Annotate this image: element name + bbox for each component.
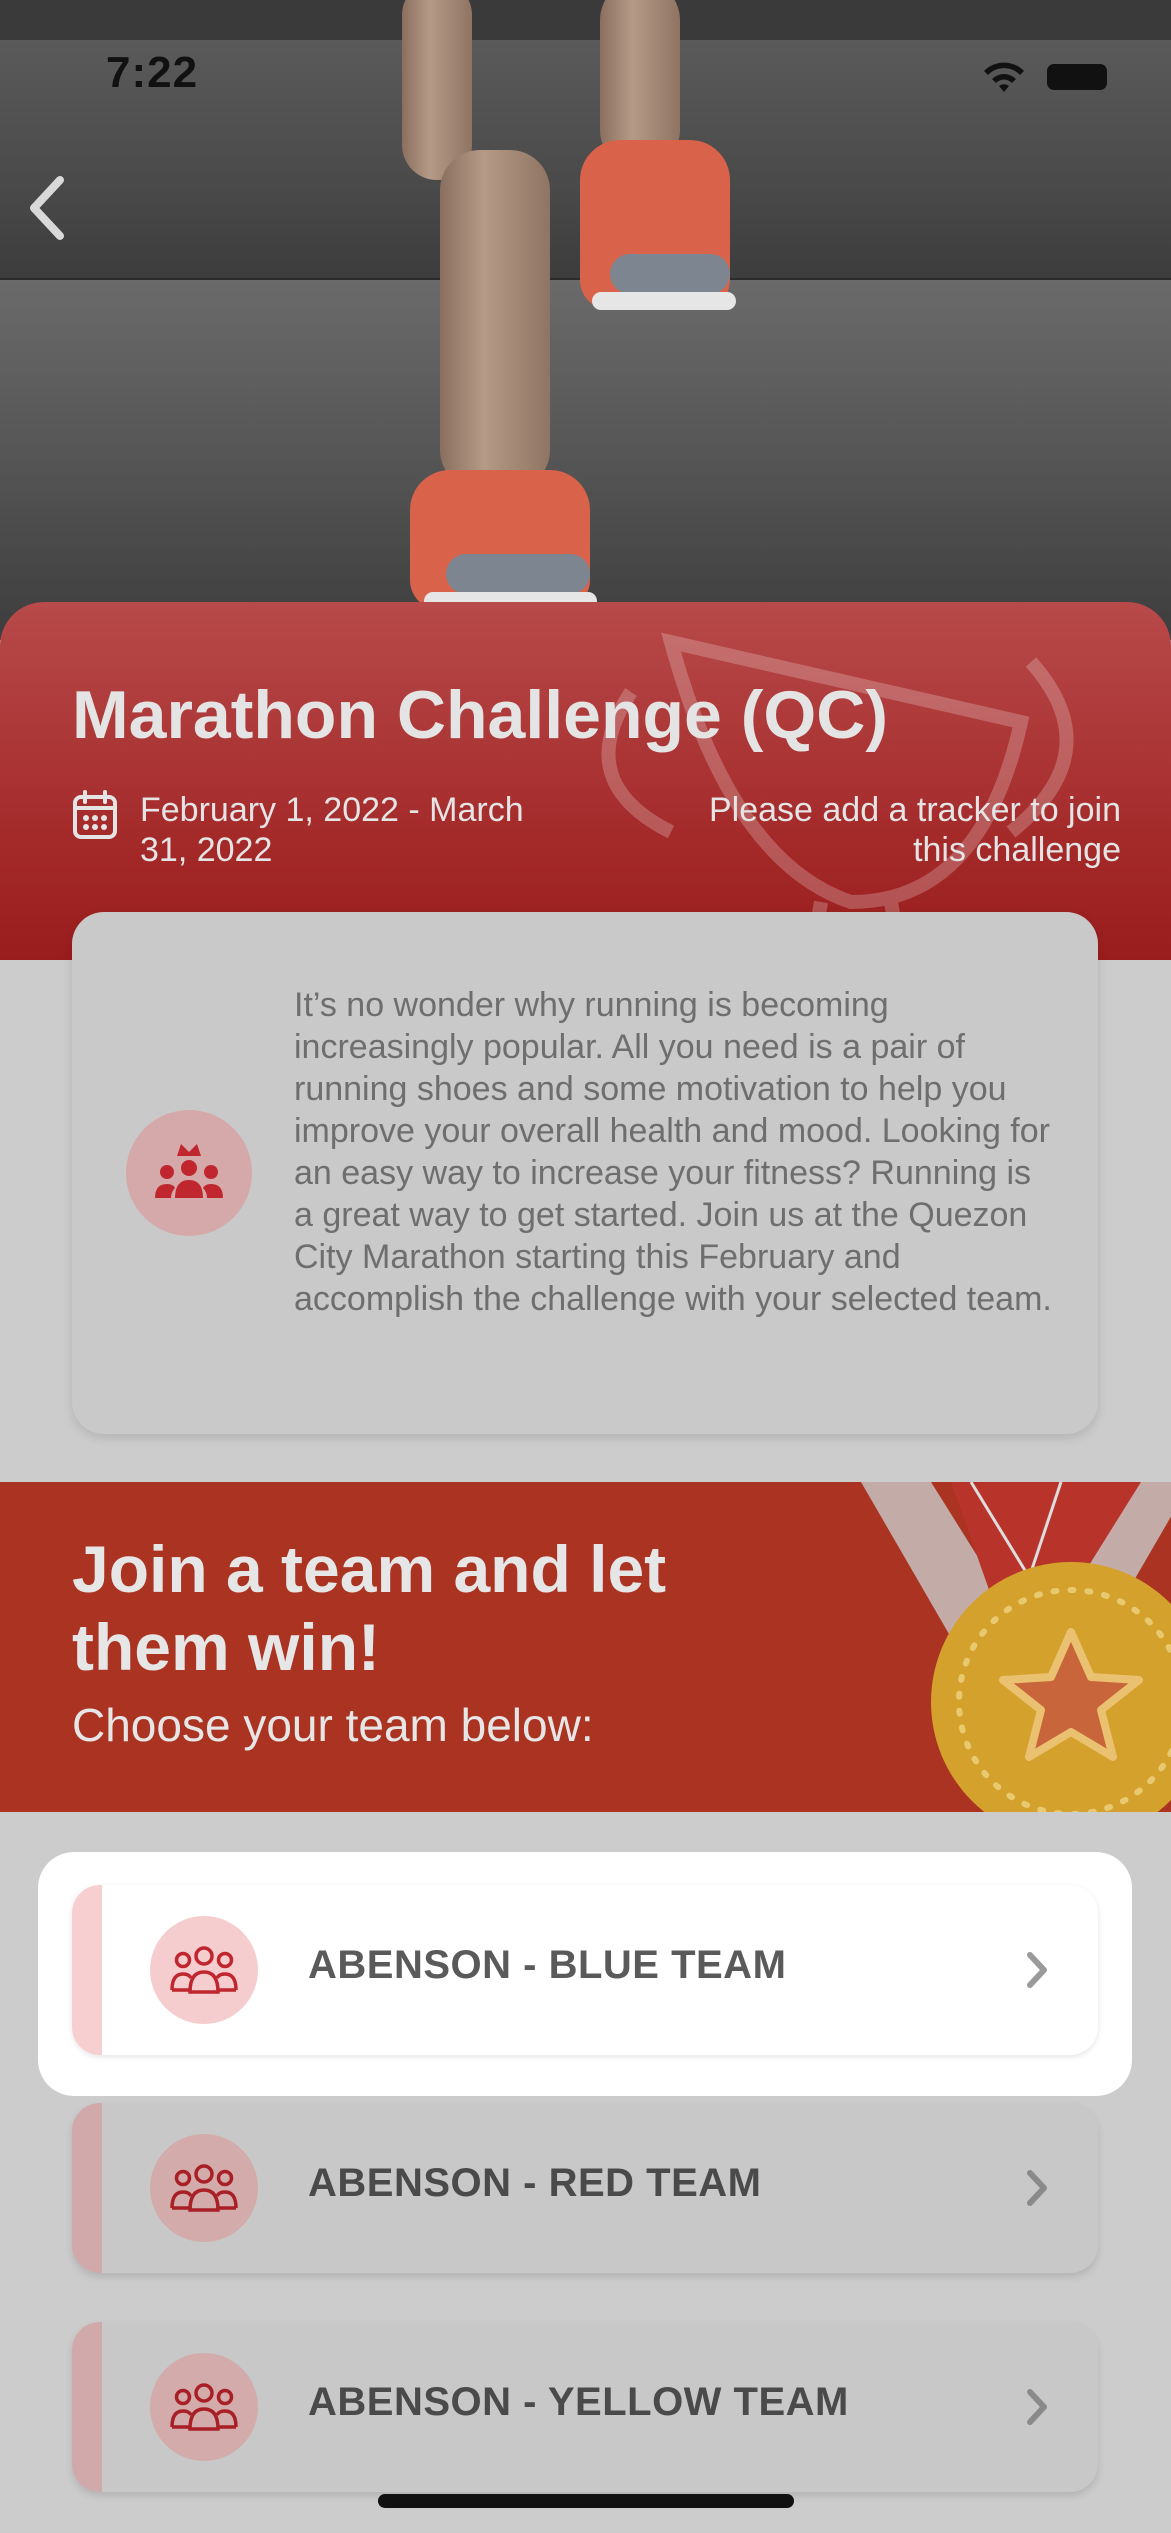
team-item-yellow[interactable]: ABENSON - YELLOW TEAM	[72, 2322, 1098, 2492]
team-group-icon	[150, 2134, 258, 2242]
home-indicator[interactable]	[378, 2494, 794, 2508]
challenge-header	[0, 602, 1171, 960]
battery-icon	[1047, 64, 1107, 90]
team-item-red[interactable]: ABENSON - RED TEAM	[72, 2103, 1098, 2273]
challenge-title: Marathon Challenge (QC)	[72, 677, 889, 753]
date-row: February 1, 2022 - March 31, 2022	[72, 790, 570, 870]
chevron-right-icon	[1027, 1952, 1047, 1988]
description-card: It’s no wonder why running is becoming i…	[72, 912, 1098, 1434]
team-group-icon	[150, 1916, 258, 2024]
team-item-blue[interactable]: ABENSON - BLUE TEAM	[72, 1885, 1098, 2055]
challenge-description: It’s no wonder why running is becoming i…	[294, 986, 1052, 1318]
team-name: ABENSON - BLUE TEAM	[308, 1943, 787, 1987]
trophy-icon	[601, 632, 1074, 960]
tracker-note: Please add a tracker to join this challe…	[708, 791, 1121, 869]
team-accent-stripe	[72, 2322, 102, 2492]
team-group-icon	[150, 2353, 258, 2461]
status-time: 7:22	[106, 48, 199, 97]
team-accent-stripe	[72, 1885, 102, 2055]
medal-icon	[861, 1482, 1171, 1812]
join-subheading: Choose your team below:	[72, 1699, 594, 1751]
challenge-dates: February 1, 2022 - March 31, 2022	[140, 791, 524, 869]
team-accent-stripe	[72, 2103, 102, 2273]
calendar-icon	[73, 790, 117, 839]
crown-group-icon	[126, 1110, 252, 1236]
team-name: ABENSON - YELLOW TEAM	[308, 2380, 849, 2424]
back-chevron-icon[interactable]	[20, 170, 80, 246]
chevron-right-icon	[1027, 2170, 1047, 2206]
team-name: ABENSON - RED TEAM	[308, 2161, 762, 2205]
chevron-right-icon	[1027, 2389, 1047, 2425]
status-icons	[979, 58, 1107, 96]
wifi-icon	[984, 62, 1024, 92]
join-heading: Join a team and let them win!	[72, 1532, 667, 1684]
